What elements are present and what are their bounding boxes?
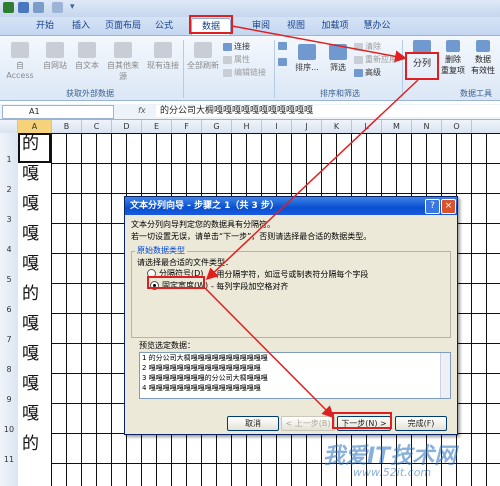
watermark-url: www.52it.com <box>353 466 432 479</box>
arrow-to-split <box>231 25 407 63</box>
arrow-to-next <box>204 287 335 419</box>
watermark: 我爱IT技术网 www.52it.com <box>323 438 498 482</box>
annotation-arrows <box>204 25 419 419</box>
arrow-to-fixed-width <box>205 79 419 281</box>
